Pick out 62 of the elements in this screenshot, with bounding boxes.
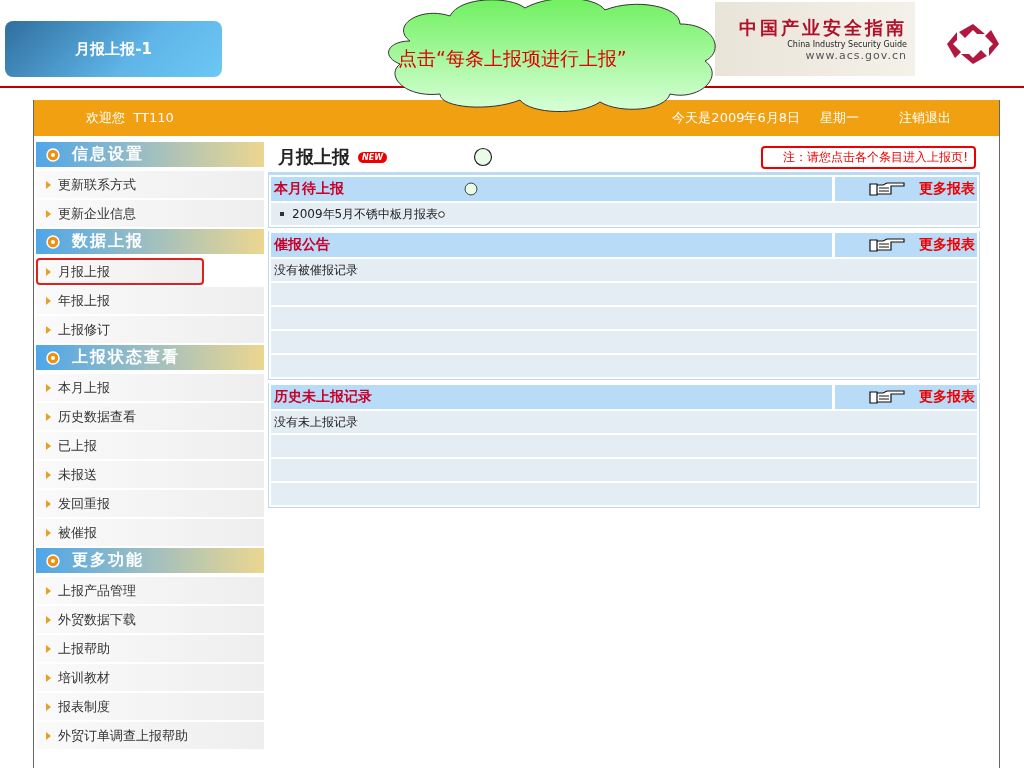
- sidebar-item[interactable]: 更新联系方式: [36, 171, 264, 198]
- circle-plus-icon: [46, 147, 60, 162]
- triangle-icon: [46, 441, 51, 450]
- banner-subtitle: China Industry Security Guide: [787, 40, 907, 49]
- new-badge: NEW: [358, 151, 387, 163]
- circle-mark-icon: [464, 182, 478, 196]
- triangle-icon: [46, 586, 51, 595]
- triangle-icon: [46, 528, 51, 537]
- welcome-text: 欢迎您 TT110: [86, 109, 174, 127]
- sidebar-item[interactable]: 培训教材: [36, 664, 264, 691]
- banner-title: 中国产业安全指南: [739, 16, 907, 40]
- banner-url: www.acs.gov.cn: [805, 49, 907, 62]
- triangle-icon: [46, 412, 51, 421]
- triangle-icon: [46, 296, 51, 305]
- sidebar-item[interactable]: 外贸订单调查上报帮助: [36, 722, 264, 749]
- sidebar-item[interactable]: 外贸数据下载: [36, 606, 264, 633]
- section-title: 本月待上报: [271, 177, 832, 201]
- triangle-icon: [46, 180, 51, 189]
- empty-message: 没有未上报记录: [274, 413, 358, 431]
- circle-mark-icon: [438, 210, 446, 218]
- triangle-icon: [46, 209, 51, 218]
- sidebar-item[interactable]: 上报修订: [36, 316, 264, 343]
- pointing-hand-icon: [869, 389, 905, 405]
- sidebar-item[interactable]: 被催报: [36, 519, 264, 546]
- callout-text: 点击“每条上报项进行上报”: [398, 46, 627, 71]
- pointing-hand-icon: [869, 181, 905, 197]
- sidebar-item[interactable]: 未报送: [36, 461, 264, 488]
- circle-mark-icon: [473, 147, 493, 167]
- triangle-icon: [46, 470, 51, 479]
- logo-icon: [945, 22, 1001, 66]
- sidebar-item[interactable]: 上报帮助: [36, 635, 264, 662]
- section-title: 历史未上报记录: [271, 385, 832, 409]
- weekday-text: 星期一: [820, 109, 859, 127]
- circle-plus-icon: [46, 350, 60, 365]
- sidebar-item[interactable]: 已上报: [36, 432, 264, 459]
- triangle-icon: [46, 499, 51, 508]
- note-text: 注：请您点击各个条目进入上报页!: [761, 145, 976, 169]
- page-title: 月报上报: [278, 145, 350, 169]
- empty-message: 没有被催报记录: [274, 261, 358, 279]
- sidebar-item[interactable]: 本月上报: [36, 374, 264, 401]
- sidebar-item[interactable]: 更新企业信息: [36, 200, 264, 227]
- circle-plus-icon: [46, 553, 60, 568]
- triangle-icon: [46, 702, 51, 711]
- pointing-hand-icon: [869, 237, 905, 253]
- sidebar-item[interactable]: 年报上报: [36, 287, 264, 314]
- sidebar-item[interactable]: 月报上报: [36, 258, 204, 285]
- triangle-icon: [46, 615, 51, 624]
- circle-plus-icon: [46, 234, 60, 249]
- report-link[interactable]: 2009年5月不锈中板月报表: [292, 205, 439, 223]
- sidebar-item[interactable]: 上报产品管理: [36, 577, 264, 604]
- triangle-icon: [46, 267, 51, 276]
- triangle-icon: [46, 644, 51, 653]
- sidebar-item[interactable]: 历史数据查看: [36, 403, 264, 430]
- triangle-icon: [46, 325, 51, 334]
- triangle-icon: [46, 383, 51, 392]
- slide-title: 月报上报-1: [5, 21, 222, 77]
- date-text: 今天是2009年6月8日: [672, 109, 800, 127]
- triangle-icon: [46, 731, 51, 740]
- sidebar-item[interactable]: 发回重报: [36, 490, 264, 517]
- section-title: 催报公告: [271, 233, 832, 257]
- sidebar-item[interactable]: 报表制度: [36, 693, 264, 720]
- triangle-icon: [46, 673, 51, 682]
